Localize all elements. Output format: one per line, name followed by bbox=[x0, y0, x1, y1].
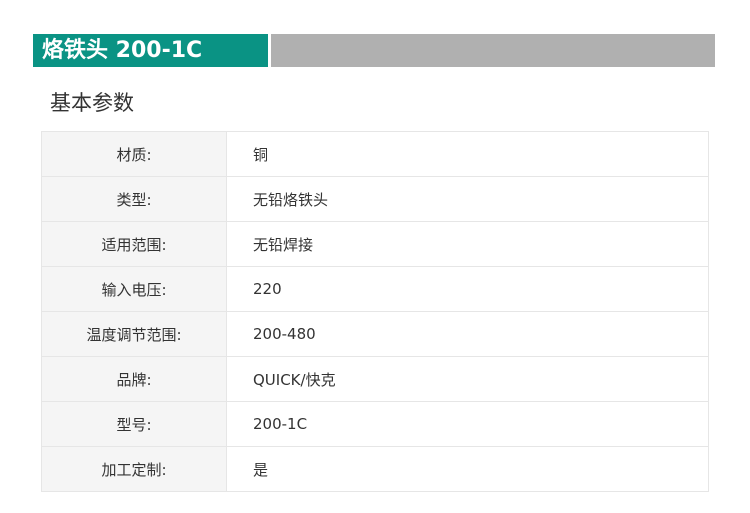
section-heading: 基本参数 bbox=[50, 91, 134, 115]
spec-label: 加工定制: bbox=[41, 446, 227, 492]
spec-label: 温度调节范围: bbox=[41, 311, 227, 357]
spec-value: 220 bbox=[226, 266, 709, 312]
table-row: 类型: 无铅烙铁头 bbox=[41, 176, 709, 222]
spec-label: 输入电压: bbox=[41, 266, 227, 312]
spec-value: 无铅烙铁头 bbox=[226, 176, 709, 222]
spec-label: 类型: bbox=[41, 176, 227, 222]
spec-value: QUICK/快克 bbox=[226, 356, 709, 402]
table-row: 适用范围: 无铅焊接 bbox=[41, 221, 709, 267]
spec-label: 品牌: bbox=[41, 356, 227, 402]
spec-value: 200-480 bbox=[226, 311, 709, 357]
table-row: 加工定制: 是 bbox=[41, 446, 709, 492]
table-row: 型号: 200-1C bbox=[41, 401, 709, 447]
table-row: 输入电压: 220 bbox=[41, 266, 709, 312]
table-row: 品牌: QUICK/快克 bbox=[41, 356, 709, 402]
title-bar: 烙铁头 200-1C bbox=[33, 34, 715, 67]
table-row: 温度调节范围: 200-480 bbox=[41, 311, 709, 357]
spec-label: 适用范围: bbox=[41, 221, 227, 267]
spec-value: 是 bbox=[226, 446, 709, 492]
table-row: 材质: 铜 bbox=[41, 131, 709, 177]
spec-value: 铜 bbox=[226, 131, 709, 177]
product-title: 烙铁头 200-1C bbox=[33, 34, 268, 67]
spec-label: 型号: bbox=[41, 401, 227, 447]
spec-table: 材质: 铜 类型: 无铅烙铁头 适用范围: 无铅焊接 输入电压: 220 温度调… bbox=[41, 131, 709, 492]
title-bar-filler bbox=[271, 34, 715, 67]
spec-value: 200-1C bbox=[226, 401, 709, 447]
spec-label: 材质: bbox=[41, 131, 227, 177]
spec-value: 无铅焊接 bbox=[226, 221, 709, 267]
